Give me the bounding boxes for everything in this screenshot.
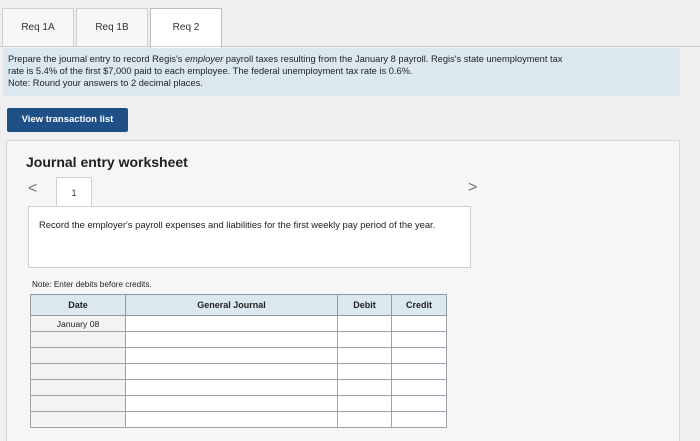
instructions-note: Note: Round your answers to 2 decimal pl… (8, 78, 203, 88)
tab-req-2[interactable]: Req 2 (150, 8, 222, 48)
debit-input[interactable] (337, 395, 392, 412)
instructions-text-b: payroll taxes resulting from the January… (223, 54, 563, 64)
record-instruction: Record the employer's payroll expenses a… (28, 206, 471, 268)
date-cell (30, 331, 126, 348)
credit-input[interactable] (391, 395, 447, 412)
tab-req-1b[interactable]: Req 1B (76, 8, 148, 46)
date-cell: January 08 (30, 315, 126, 332)
worksheet-page-tab-1[interactable]: 1 (56, 177, 92, 207)
account-input[interactable] (125, 315, 338, 332)
instructions-line-1: Prepare the journal entry to record Regi… (8, 53, 675, 65)
debit-header: Debit (337, 294, 392, 316)
account-input[interactable] (125, 411, 338, 428)
date-cell (30, 395, 126, 412)
account-input[interactable] (125, 347, 338, 364)
table-row: January 08 (30, 315, 447, 332)
table-row (30, 395, 447, 412)
debits-note: Note: Enter debits before credits. (32, 280, 152, 289)
date-cell (30, 411, 126, 428)
account-input[interactable] (125, 331, 338, 348)
credit-input[interactable] (391, 411, 447, 428)
credit-input[interactable] (391, 315, 447, 332)
debit-input[interactable] (337, 411, 392, 428)
table-row (30, 363, 447, 380)
credit-input[interactable] (391, 347, 447, 364)
credit-header: Credit (391, 294, 447, 316)
account-input[interactable] (125, 379, 338, 396)
account-input[interactable] (125, 363, 338, 380)
debit-input[interactable] (337, 315, 392, 332)
table-row (30, 379, 447, 396)
page: Req 1A Req 1B Req 2 Prepare the journal … (0, 0, 700, 441)
requirement-tabs: Req 1A Req 1B Req 2 (2, 8, 222, 48)
credit-input[interactable] (391, 379, 447, 396)
instructions-box: Prepare the journal entry to record Regi… (3, 48, 680, 96)
journal-header-row: Date General Journal Debit Credit (30, 294, 447, 316)
date-cell (30, 363, 126, 380)
credit-input[interactable] (391, 331, 447, 348)
date-cell (30, 379, 126, 396)
instructions-line-2: rate is 5.4% of the first $7,000 paid to… (8, 66, 413, 76)
journal-table: Date General Journal Debit Credit Januar… (30, 294, 447, 428)
debit-input[interactable] (337, 379, 392, 396)
general-journal-header: General Journal (125, 294, 338, 316)
table-row (30, 411, 447, 428)
debit-input[interactable] (337, 331, 392, 348)
date-header: Date (30, 294, 126, 316)
date-cell (30, 347, 126, 364)
account-input[interactable] (125, 395, 338, 412)
table-row (30, 347, 447, 364)
credit-input[interactable] (391, 363, 447, 380)
tab-divider (0, 46, 700, 47)
worksheet-title: Journal entry worksheet (26, 154, 188, 170)
instructions-text-a: Prepare the journal entry to record Regi… (8, 54, 185, 64)
table-row (30, 331, 447, 348)
debit-input[interactable] (337, 363, 392, 380)
chevron-left-icon[interactable]: < (28, 181, 37, 197)
instructions-emphasis: employer (184, 54, 224, 64)
tab-req-1a[interactable]: Req 1A (2, 8, 74, 46)
debit-input[interactable] (337, 347, 392, 364)
chevron-right-icon[interactable]: > (468, 180, 477, 196)
view-transaction-list-button[interactable]: View transaction list (7, 108, 128, 132)
